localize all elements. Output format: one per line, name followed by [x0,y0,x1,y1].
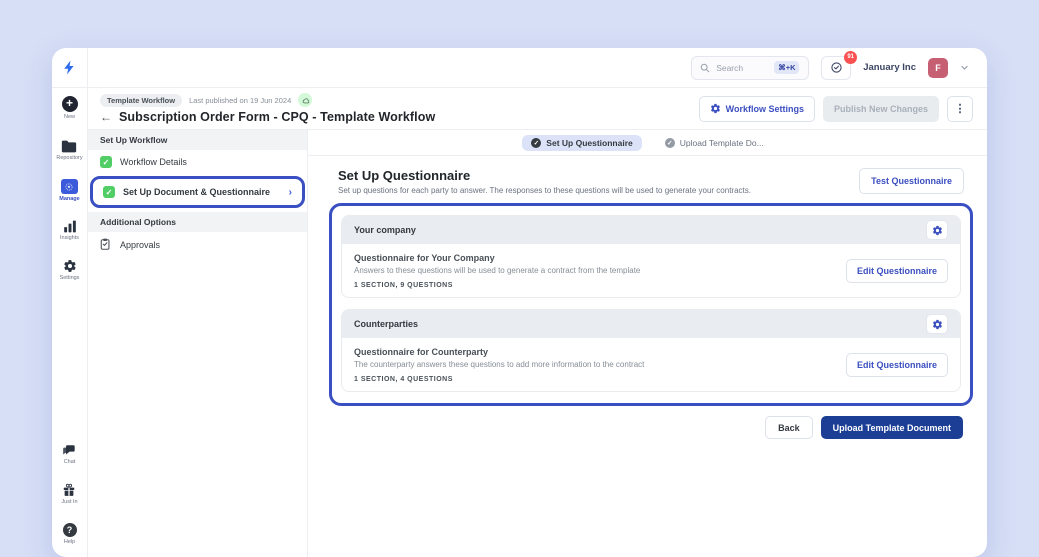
chevron-right-icon: › [288,186,292,198]
rail-item-settings[interactable]: Settings [59,259,80,281]
card-settings-button[interactable] [926,314,948,334]
check-icon: ✓ [100,156,112,168]
card-header-title: Your company [354,225,416,235]
questionnaire-meta: 1 SECTION, 9 QUESTIONS [354,282,453,289]
card-settings-button[interactable] [926,220,948,240]
rail-item-repository[interactable]: Repository [56,140,83,161]
bar-chart-icon [63,220,76,233]
workflow-steps-panel: Set Up Workflow ✓ Workflow Details ✓ Set… [88,130,308,557]
test-questionnaire-button[interactable]: Test Questionnaire [859,168,964,194]
step-workflow-details-label: Workflow Details [120,157,187,167]
questionnaire-meta: 1 SECTION, 4 QUESTIONS [354,376,453,383]
check-circle-icon: ✓ [531,137,542,148]
rail-item-chat[interactable]: Chat [62,444,77,465]
upload-template-document-button[interactable]: Upload Template Document [820,416,963,439]
questionnaire-title: Questionnaire for Your Company [354,253,495,263]
rail-label-just-in: Just In [61,499,78,505]
check-icon: ✓ [103,186,115,198]
stepper-active-label: Set Up Questionnaire [546,137,633,148]
rail-item-insights[interactable]: Insights [60,220,79,241]
card-header-title: Counterparties [354,319,419,329]
org-name[interactable]: January Inc [863,62,916,73]
gear-icon [63,260,76,272]
last-published-text: Last published on 19 Jun 2024 [189,95,292,105]
template-workflow-badge: Template Workflow [100,93,183,107]
step-workflow-details[interactable]: ✓ Workflow Details [88,150,307,174]
task-check-icon [831,62,842,73]
highlight-annotation-cards: Your company Questionnaire for Your Comp… [329,203,973,406]
back-button[interactable]: Back [765,416,813,439]
rail-item-new[interactable]: + New [61,96,78,120]
folder-icon [62,140,77,153]
approvals-icon [100,238,110,250]
footer-actions: Back Upload Template Document [338,416,964,439]
page-title: Subscription Order Form - CPQ - Template… [119,110,436,124]
rail-label-insights: Insights [60,235,79,241]
stepper-setup-questionnaire[interactable]: ✓ Set Up Questionnaire [522,134,642,151]
edit-questionnaire-button[interactable]: Edit Questionnaire [845,353,948,377]
highlight-annotation-sidebar: ✓ Set Up Document & Questionnaire › [90,176,305,208]
step-setup-doc-label: Set Up Document & Questionnaire [123,187,271,197]
page-header: Template Workflow Last published on 19 J… [88,88,987,130]
questionnaire-title: Questionnaire for Counterparty [354,347,489,357]
section-title: Set Up Questionnaire [338,168,471,183]
publish-new-changes-button[interactable]: Publish New Changes [822,95,939,122]
gear-icon [932,319,942,329]
app-window: ⌘+K 91 January Inc F + New [52,48,987,557]
workflow-settings-button[interactable]: Workflow Settings [698,95,815,122]
search-box[interactable]: ⌘+K [691,55,810,80]
stepper-inactive-label: Upload Template Do... [679,137,764,148]
search-input[interactable] [716,62,769,73]
rail-label-settings: Settings [59,275,80,281]
rail-label-manage: Manage [59,196,80,202]
additional-options-section-header: Additional Options [88,212,307,232]
edit-questionnaire-button[interactable]: Edit Questionnaire [845,259,948,283]
section-subtitle: Set up questions for each party to answe… [338,186,751,195]
gift-icon [64,483,75,496]
kebab-menu-button[interactable]: ⋮ [947,95,973,122]
workflow-settings-label: Workflow Settings [725,103,804,114]
notifications-button[interactable]: 91 [821,50,858,80]
rail-item-manage[interactable]: Manage [59,179,80,202]
cloud-sync-icon [298,93,313,107]
step-setup-document-questionnaire[interactable]: ✓ Set Up Document & Questionnaire › [95,181,300,203]
top-bar: ⌘+K 91 January Inc F [52,48,987,88]
search-icon [700,63,710,72]
step-approvals-label: Approvals [120,239,161,250]
search-shortcut-badge: ⌘+K [774,61,800,74]
step-approvals[interactable]: Approvals [88,232,307,257]
questionnaire-card-counterparties: Counterparties Questionnaire for Counter… [341,309,961,392]
user-avatar[interactable]: F [928,57,948,78]
rail-label-new: New [63,114,75,120]
icon-rail: + New Repository Manage Insights Setting… [52,88,88,557]
stepper-upload-template[interactable]: ✓ Upload Template Do... [656,135,773,151]
questionnaire-card-your-company: Your company Questionnaire for Your Comp… [341,215,961,298]
rail-label-help: Help [63,539,76,545]
plus-icon: + [61,96,78,112]
help-icon: ? [62,523,77,537]
gear-icon [932,225,942,235]
rail-label-repository: Repository [56,155,83,161]
rail-item-just-in[interactable]: Just In [61,483,78,505]
stepper-bar: ✓ Set Up Questionnaire ✓ Upload Template… [308,130,987,156]
lightning-bolt-icon [64,60,74,75]
top-bar-right: ⌘+K 91 January Inc F [88,48,987,88]
questionnaire-desc: Answers to these questions will be used … [354,266,641,275]
setup-workflow-section-header: Set Up Workflow [88,130,307,150]
back-arrow-icon[interactable]: ← [100,110,112,124]
questionnaire-desc: The counterparty answers these questions… [354,360,645,369]
main-content: ✓ Set Up Questionnaire ✓ Upload Template… [308,130,987,557]
rail-label-chat: Chat [63,459,76,465]
notification-count-badge: 91 [844,50,858,64]
gear-icon [710,103,720,114]
check-circle-icon: ✓ [664,137,675,148]
chat-icon [63,445,75,455]
chevron-down-icon[interactable] [960,63,969,72]
app-logo[interactable] [52,48,88,88]
rail-item-help[interactable]: ? Help [62,523,77,545]
manage-icon [60,179,78,194]
